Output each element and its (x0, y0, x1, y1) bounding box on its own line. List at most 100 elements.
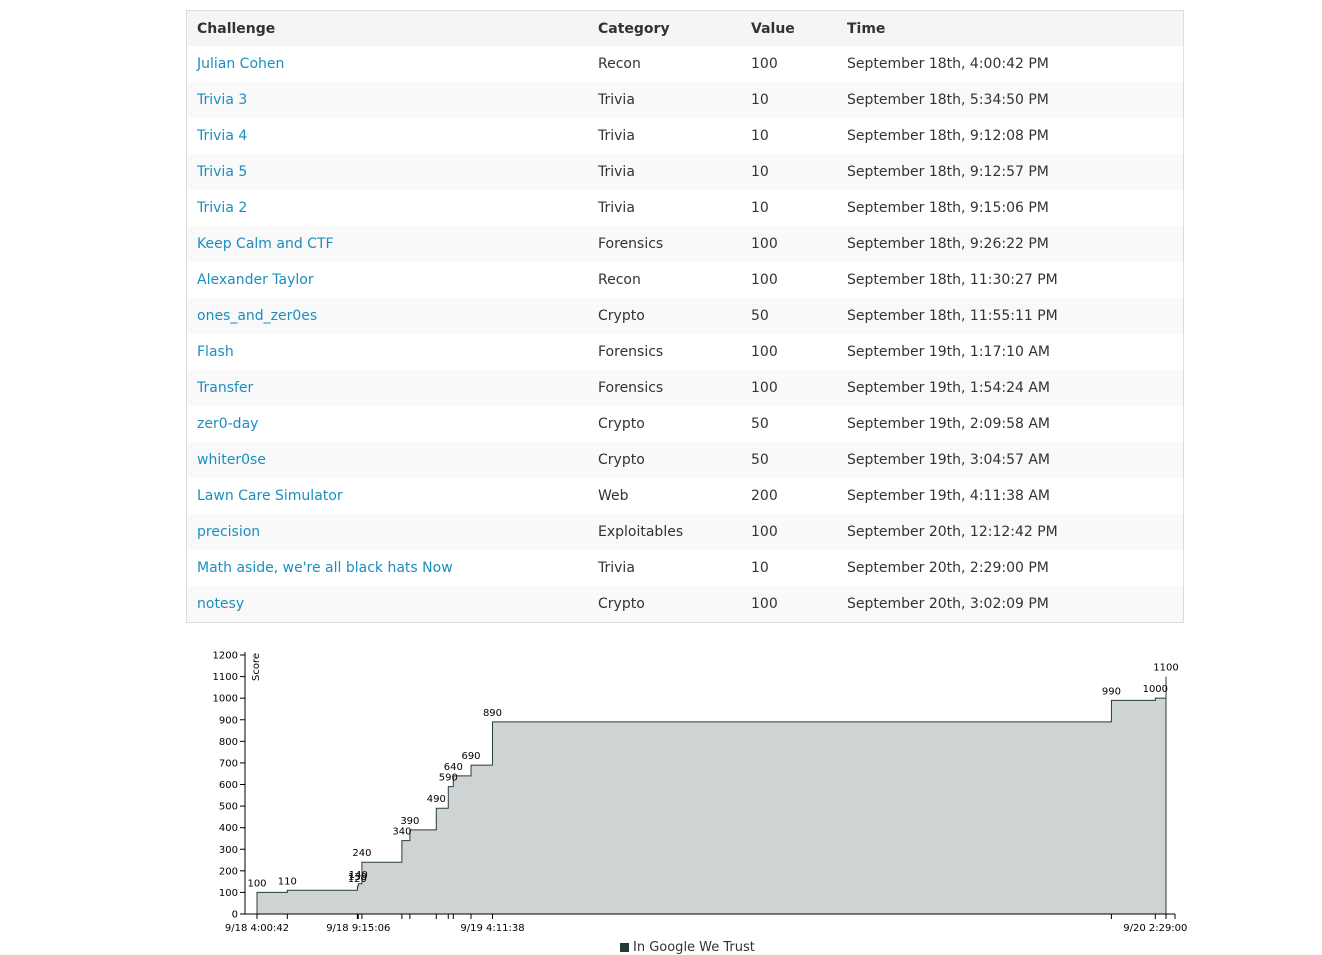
value-cell: 100 (741, 370, 837, 406)
challenge-link[interactable]: Trivia 2 (197, 200, 247, 216)
y-tick-label: 800 (219, 737, 238, 748)
y-tick-label: 300 (219, 845, 238, 856)
category-cell: Recon (598, 56, 641, 72)
value-cell: 100 (741, 226, 837, 262)
time-cell: September 20th, 3:02:09 PM (837, 586, 1184, 623)
challenge-link[interactable]: notesy (197, 596, 244, 612)
chart-legend: In Google We Trust (620, 940, 755, 955)
value-cell: 100 (751, 344, 778, 360)
y-tick-label: 500 (219, 802, 238, 813)
legend-swatch (620, 943, 629, 952)
column-header-challenge[interactable]: Challenge (186, 10, 588, 46)
column-header-value[interactable]: Value (741, 10, 837, 46)
data-label: 1000 (1143, 684, 1168, 695)
value-cell: 50 (751, 416, 769, 432)
challenge-cell: Trivia 2 (187, 190, 589, 226)
challenge-cell: ones_and_zer0es (186, 298, 588, 334)
time-cell: September 19th, 4:11:38 AM (847, 488, 1050, 504)
x-tick-label: 9/20 2:29:00 (1123, 923, 1187, 934)
data-label: 110 (278, 876, 297, 887)
category-cell: Crypto (588, 298, 741, 334)
x-tick-label: 9/18 9:15:06 (326, 923, 390, 934)
data-label: 140 (349, 870, 368, 881)
challenge-link[interactable]: ones_and_zer0es (197, 308, 317, 324)
challenge-link[interactable]: precision (197, 524, 260, 540)
challenge-cell: Transfer (186, 370, 588, 406)
challenge-link[interactable]: Alexander Taylor (197, 272, 314, 288)
challenge-link[interactable]: Flash (197, 344, 234, 360)
y-tick-label: 1200 (213, 651, 238, 662)
value-cell: 10 (741, 154, 837, 190)
time-cell: September 18th, 9:12:57 PM (837, 154, 1184, 190)
value-cell: 100 (751, 56, 778, 72)
table-row: Trivia 2 Trivia 10 September 18th, 9:15:06 … (187, 190, 1184, 226)
time-cell: September 18th, 11:30:27 PM (847, 272, 1058, 288)
table-row: Trivia 3 Trivia 10 September 18th, 5:34:50 … (186, 82, 1184, 118)
challenge-link[interactable]: zer0-day (197, 416, 258, 432)
data-label: 240 (352, 848, 371, 859)
challenge-link[interactable]: Trivia 5 (197, 164, 247, 180)
category-cell: Exploitables (588, 514, 741, 550)
x-tick-label: 9/19 4:11:38 (460, 923, 524, 934)
y-tick-label: 700 (219, 758, 238, 769)
challenge-cell: Alexander Taylor (187, 262, 589, 298)
y-axis-label: Score (251, 653, 262, 681)
data-label: 100 (247, 878, 266, 889)
challenge-link[interactable]: whiter0se (197, 452, 266, 468)
category-cell: Crypto (588, 586, 741, 623)
column-header-category[interactable]: Category (588, 10, 741, 46)
data-label: 590 (439, 773, 458, 784)
y-tick-label: 200 (219, 866, 238, 877)
column-header-time[interactable]: Time (837, 10, 1184, 46)
time-cell: September 19th, 3:04:57 AM (837, 442, 1184, 478)
data-label: 1100 (1153, 663, 1178, 674)
y-tick-label: 900 (219, 715, 238, 726)
challenge-link[interactable]: Trivia 3 (197, 92, 247, 108)
challenge-link[interactable]: Transfer (197, 380, 253, 396)
x-tick-label: 9/18 4:00:42 (225, 923, 289, 934)
table-row: whiter0se Crypto 50 September 19th, 3:04:57… (186, 442, 1184, 478)
data-label: 690 (461, 751, 480, 762)
challenge-link[interactable]: Lawn Care Simulator (197, 488, 343, 504)
y-tick-label: 0 (232, 910, 238, 921)
data-label: 640 (444, 762, 463, 773)
challenge-cell: Math aside, we're all black hats Now (187, 550, 589, 586)
score-chart: 0 100 200 300 400 500 600 700 800 900 1000 1100 1200… (200, 640, 1200, 950)
challenge-link[interactable]: Keep Calm and CTF (197, 236, 334, 252)
value-cell: 200 (751, 488, 778, 504)
category-cell: Crypto (588, 442, 741, 478)
table-row: notesy Crypto 100 September 20th, 3:02:09 P… (186, 586, 1184, 623)
table-row: Trivia 4 Trivia 10 September 18th, 9:12:08 … (187, 118, 1184, 154)
table-row: Transfer Forensics 100 September 19th, 1:54… (186, 370, 1184, 406)
data-label: 890 (483, 708, 502, 719)
challenge-cell: precision (186, 514, 588, 550)
score-area (256, 676, 1167, 915)
challenge-link[interactable]: Math aside, we're all black hats Now (197, 560, 453, 576)
value-cell: 10 (741, 82, 837, 118)
challenge-cell: Trivia 4 (187, 118, 589, 154)
value-cell: 100 (751, 272, 778, 288)
table-row: Trivia 5 Trivia 10 September 18th, 9:12:57 … (186, 154, 1184, 190)
category-cell: Trivia (598, 560, 635, 576)
challenge-link[interactable]: Julian Cohen (197, 56, 284, 72)
time-cell: September 19th, 2:09:58 AM (847, 416, 1050, 432)
table-row: Keep Calm and CTF Forensics 100 September 1… (186, 226, 1184, 262)
value-cell: 50 (741, 442, 837, 478)
category-cell: Recon (598, 272, 641, 288)
time-cell: September 18th, 9:12:08 PM (847, 128, 1049, 144)
time-cell: September 18th, 5:34:50 PM (837, 82, 1184, 118)
challenge-cell: Trivia 3 (186, 82, 588, 118)
y-tick-label: 1000 (213, 694, 238, 705)
category-cell: Web (598, 488, 629, 504)
data-label: 390 (400, 816, 419, 827)
value-cell: 10 (751, 200, 769, 216)
category-cell: Forensics (588, 226, 741, 262)
y-tick-label: 400 (219, 823, 238, 834)
category-cell: Crypto (598, 416, 645, 432)
category-cell: Trivia (588, 82, 741, 118)
solves-table-body: Julian Cohen Recon 100 September 18th, 4:00… (186, 46, 1184, 623)
category-cell: Trivia (598, 128, 635, 144)
challenge-link[interactable]: Trivia 4 (197, 128, 247, 144)
category-cell: Forensics (588, 370, 741, 406)
table-row: Math aside, we're all black hats Now Triv… (187, 550, 1184, 586)
